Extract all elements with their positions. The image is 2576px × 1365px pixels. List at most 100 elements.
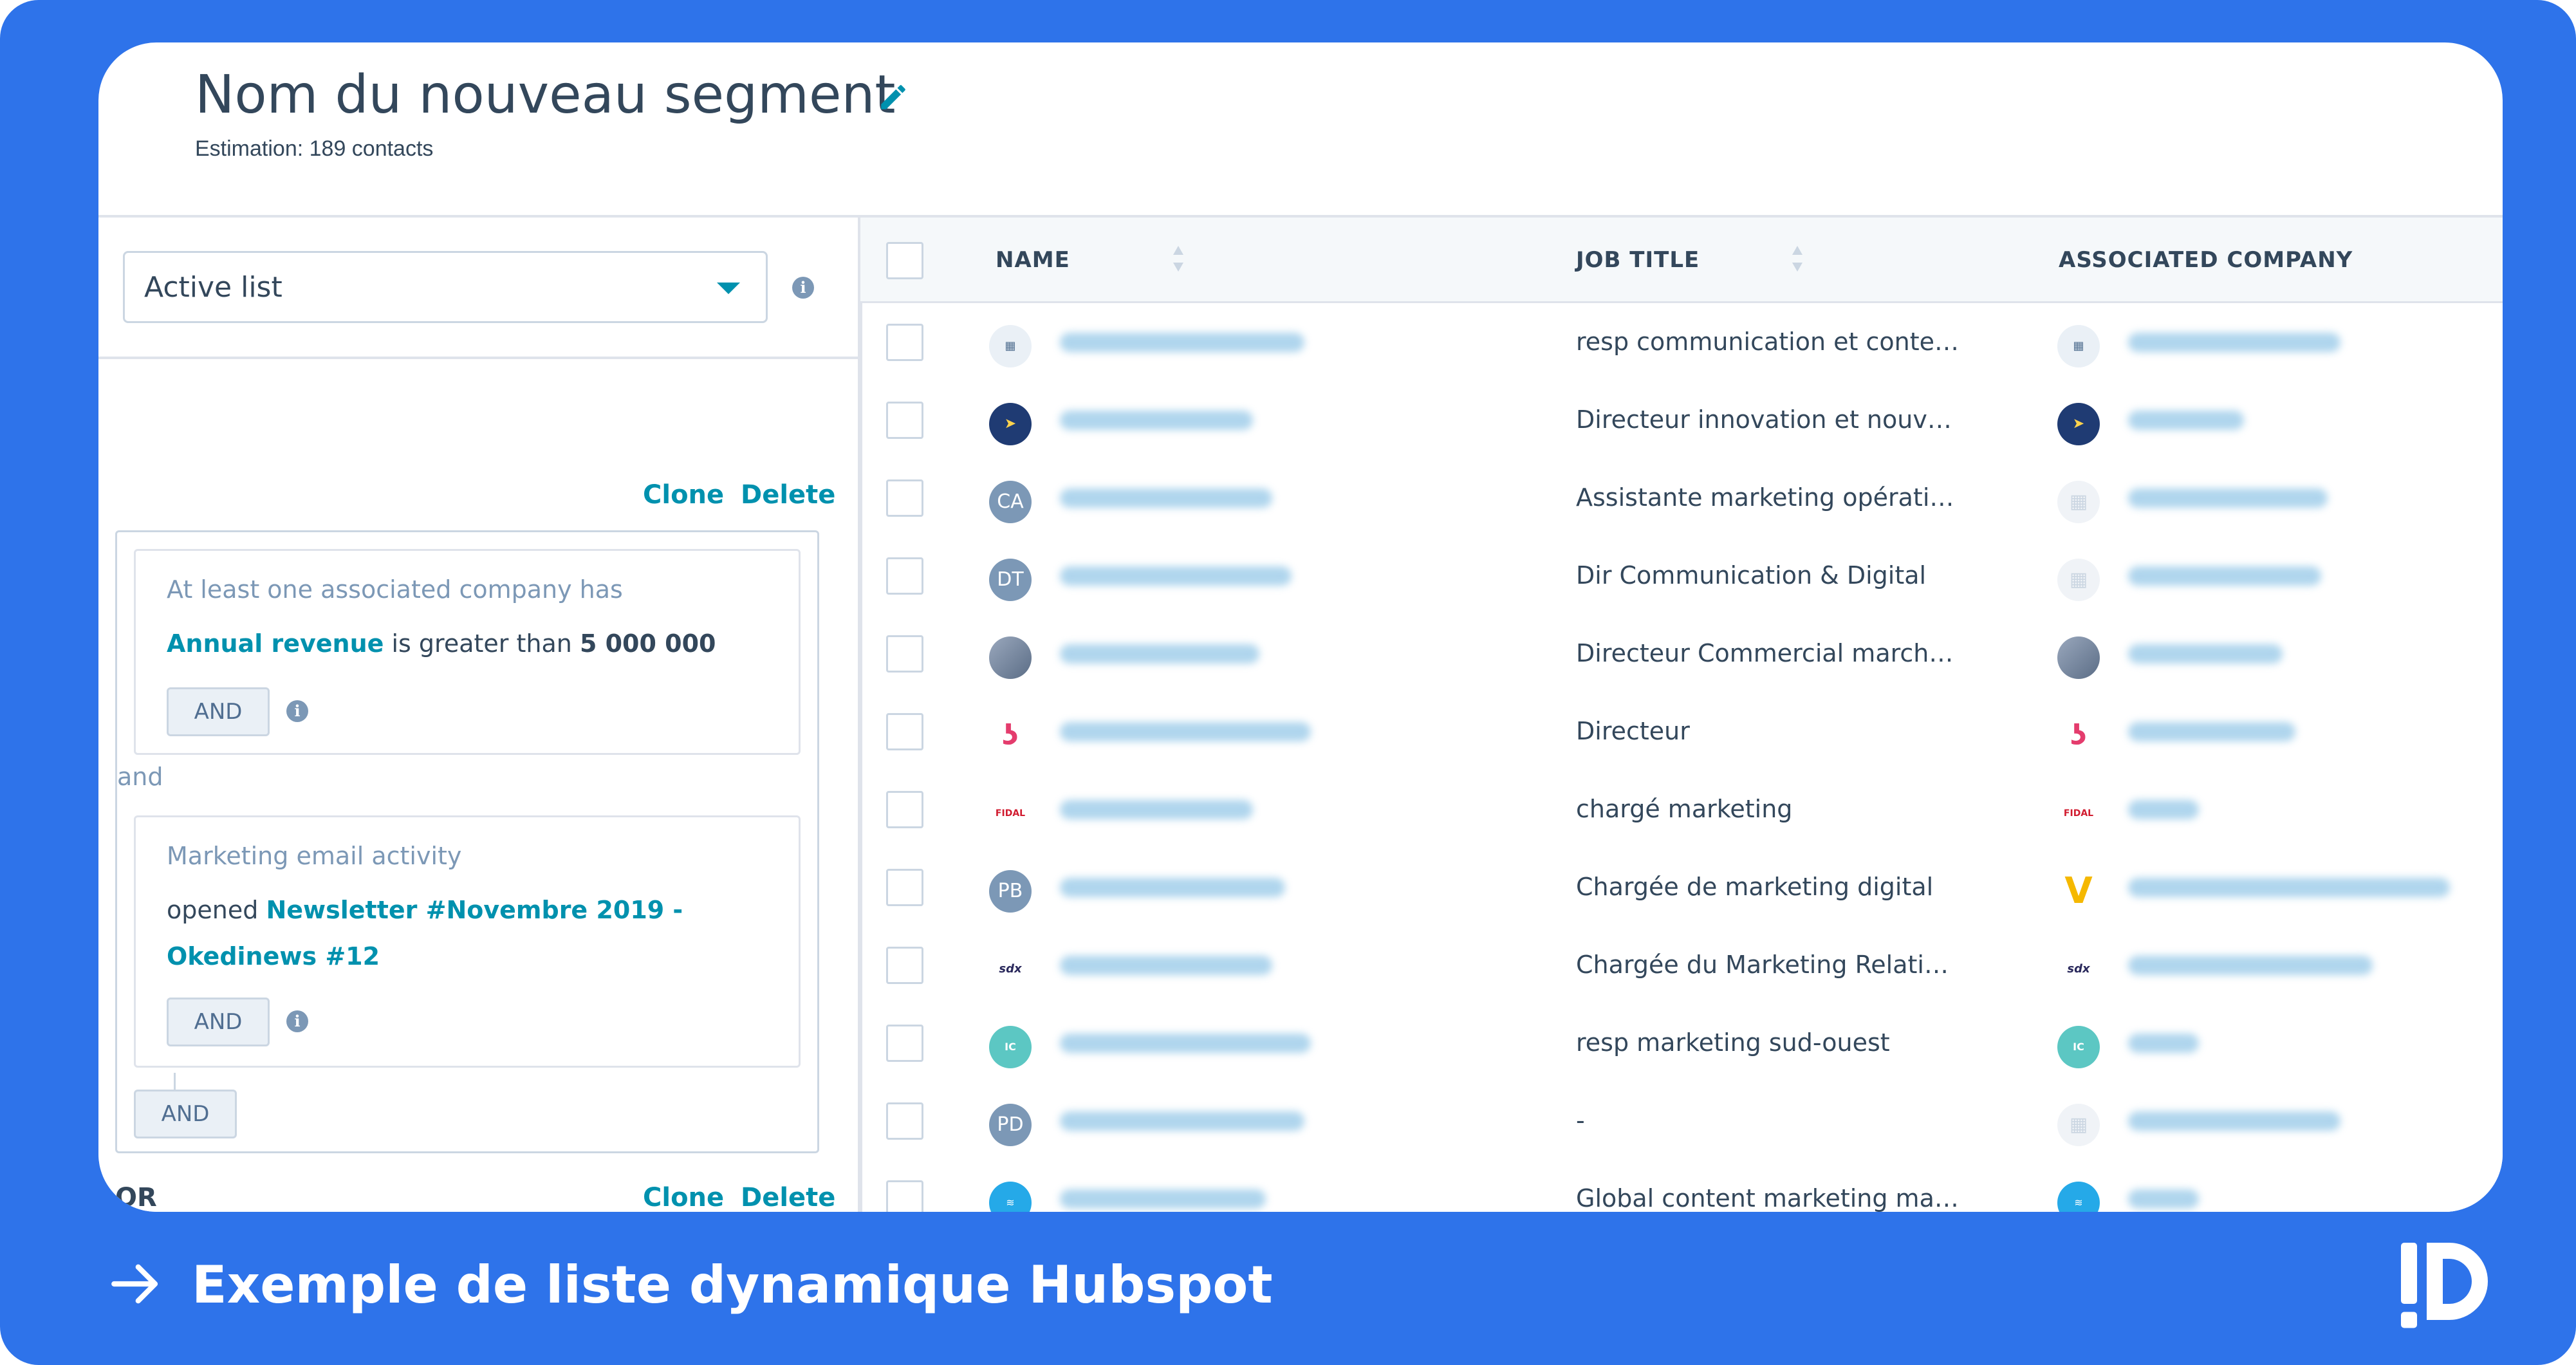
and-button[interactable]: AND — [167, 687, 270, 736]
row-divider — [860, 537, 862, 615]
group-and-button[interactable]: AND — [134, 1090, 237, 1138]
info-icon[interactable]: i — [286, 1010, 308, 1032]
company-name-redacted[interactable] — [2128, 722, 2295, 741]
table-row[interactable]: PB Chargée de marketing digital V — [860, 848, 2503, 928]
sort-icon[interactable] — [1172, 243, 1185, 274]
filter-card-company[interactable]: At least one associated company has Annu… — [134, 549, 801, 755]
contact-name-redacted[interactable] — [1060, 1111, 1304, 1131]
row-checkbox[interactable] — [886, 324, 923, 361]
table-row[interactable]: FIDAL chargé marketing FIDAL — [860, 770, 2503, 850]
table-row[interactable]: DT Dir Communication & Digital ▦ — [860, 537, 2503, 617]
row-checkbox[interactable] — [886, 791, 923, 828]
clone-button[interactable]: Clone — [643, 1183, 724, 1212]
delete-button[interactable]: Delete — [741, 1183, 835, 1212]
row-checkbox[interactable] — [886, 557, 923, 595]
contact-name-redacted[interactable] — [1060, 956, 1272, 975]
contact-name-redacted[interactable] — [1060, 1189, 1266, 1209]
caption: Exemple de liste dynamique Hubspot — [192, 1255, 1273, 1315]
contact-name-redacted[interactable] — [1060, 878, 1285, 897]
company-name-redacted[interactable] — [2128, 488, 2328, 508]
clone-button[interactable]: Clone — [643, 480, 724, 510]
job-title-cell: resp marketing sud-ouest — [1576, 1028, 1890, 1057]
company-name-redacted[interactable] — [2128, 1189, 2199, 1209]
contact-avatar: FIDAL — [989, 792, 1032, 835]
contact-name-redacted[interactable] — [1060, 488, 1272, 508]
company-name-redacted[interactable] — [2128, 644, 2283, 664]
info-icon[interactable]: i — [792, 277, 814, 299]
row-checkbox[interactable] — [886, 1180, 923, 1212]
contact-name-redacted[interactable] — [1060, 566, 1292, 586]
table-row[interactable]: ʖ Directeur ʖ — [860, 692, 2503, 772]
row-divider — [860, 381, 862, 459]
company-name-redacted[interactable] — [2128, 411, 2244, 430]
company-name-redacted[interactable] — [2128, 956, 2373, 975]
row-checkbox[interactable] — [886, 1102, 923, 1140]
brand-logo-icon — [2401, 1243, 2488, 1328]
row-checkbox[interactable] — [886, 869, 923, 906]
contact-avatar: ➤ — [989, 403, 1032, 445]
info-icon[interactable]: i — [286, 700, 308, 722]
sort-icon[interactable] — [1791, 243, 1804, 274]
pencil-icon[interactable] — [877, 81, 909, 113]
row-checkbox[interactable] — [886, 635, 923, 673]
contact-name-redacted[interactable] — [1060, 800, 1253, 819]
arrow-right-icon — [111, 1264, 158, 1304]
list-type-dropdown[interactable]: Active list — [123, 251, 768, 323]
company-name-redacted[interactable] — [2128, 878, 2450, 897]
row-divider — [860, 1082, 862, 1160]
row-checkbox[interactable] — [886, 947, 923, 984]
contact-name-redacted[interactable] — [1060, 644, 1259, 664]
segment-title[interactable]: Nom du nouveau segment — [195, 64, 896, 125]
company-name-redacted[interactable] — [2128, 1034, 2199, 1053]
contacts-table: NAME JOB TITLE ASSOCIATED COMPANY ▦ resp … — [860, 218, 2503, 1212]
table-row[interactable]: PD - ▦ — [860, 1082, 2503, 1162]
table-row[interactable]: CA Assistante marketing opérati… ▦ — [860, 459, 2503, 539]
app-window: Nom du nouveau segment Estimation: 189 c… — [98, 42, 2503, 1212]
contact-avatar: CA — [989, 481, 1032, 523]
job-title-cell: chargé marketing — [1576, 795, 1793, 823]
company-name-redacted[interactable] — [2128, 800, 2199, 819]
table-row[interactable]: IC resp marketing sud-ouest IC — [860, 1004, 2503, 1084]
job-title-cell: - — [1576, 1106, 1585, 1135]
contact-name-redacted[interactable] — [1060, 1034, 1311, 1053]
contact-avatar: ≋ — [989, 1182, 1032, 1212]
table-row[interactable]: ≋ Global content marketing ma… ≋ — [860, 1160, 2503, 1212]
company-logo-icon: ▦ — [2057, 1104, 2100, 1146]
contact-avatar: IC — [989, 1026, 1032, 1068]
filter-card-email[interactable]: Marketing email activity opened Newslett… — [134, 815, 801, 1068]
job-title-cell: Directeur — [1576, 717, 1690, 745]
company-name-redacted[interactable] — [2128, 566, 2321, 586]
contact-name-redacted[interactable] — [1060, 411, 1253, 430]
job-title-cell: Chargée de marketing digital — [1576, 873, 1934, 901]
column-job-title[interactable]: JOB TITLE — [1576, 247, 1700, 273]
select-all-checkbox[interactable] — [886, 242, 923, 279]
row-checkbox[interactable] — [886, 713, 923, 750]
company-name-redacted[interactable] — [2128, 333, 2340, 352]
filter-email-name[interactable]: Newsletter #Novembre 2019 - — [266, 896, 683, 924]
contact-name-redacted[interactable] — [1060, 333, 1304, 352]
delete-button[interactable]: Delete — [741, 480, 835, 510]
table-row[interactable]: Directeur Commercial march… — [860, 615, 2503, 694]
filter-property[interactable]: Annual revenue — [167, 629, 384, 658]
table-row[interactable]: sdx Chargée du Marketing Relati… sdx — [860, 926, 2503, 1006]
job-title-cell: Dir Communication & Digital — [1576, 561, 1927, 590]
table-row[interactable]: ➤ Directeur innovation et nouv… ➤ — [860, 381, 2503, 461]
and-button[interactable]: AND — [167, 998, 270, 1046]
row-divider — [860, 459, 862, 537]
row-checkbox[interactable] — [886, 402, 923, 439]
row-checkbox[interactable] — [886, 1025, 923, 1062]
column-name[interactable]: NAME — [996, 247, 1070, 273]
column-associated-company[interactable]: ASSOCIATED COMPANY — [2059, 247, 2353, 273]
filter-email-name-cont[interactable]: Okedinews #12 — [167, 942, 380, 970]
and-connector-line — [174, 1073, 176, 1090]
job-title-cell: Chargée du Marketing Relati… — [1576, 951, 1949, 979]
company-name-redacted[interactable] — [2128, 1111, 2340, 1131]
table-row[interactable]: ▦ resp communication et conte… ▦ — [860, 303, 2503, 383]
company-logo-icon — [2057, 636, 2100, 679]
job-title-cell: Directeur Commercial march… — [1576, 639, 1954, 667]
contact-name-redacted[interactable] — [1060, 722, 1311, 741]
row-checkbox[interactable] — [886, 479, 923, 517]
company-logo-icon: ʖ — [2057, 714, 2100, 757]
row-divider — [860, 926, 862, 1004]
slide-frame: Nom du nouveau segment Estimation: 189 c… — [0, 0, 2576, 1365]
